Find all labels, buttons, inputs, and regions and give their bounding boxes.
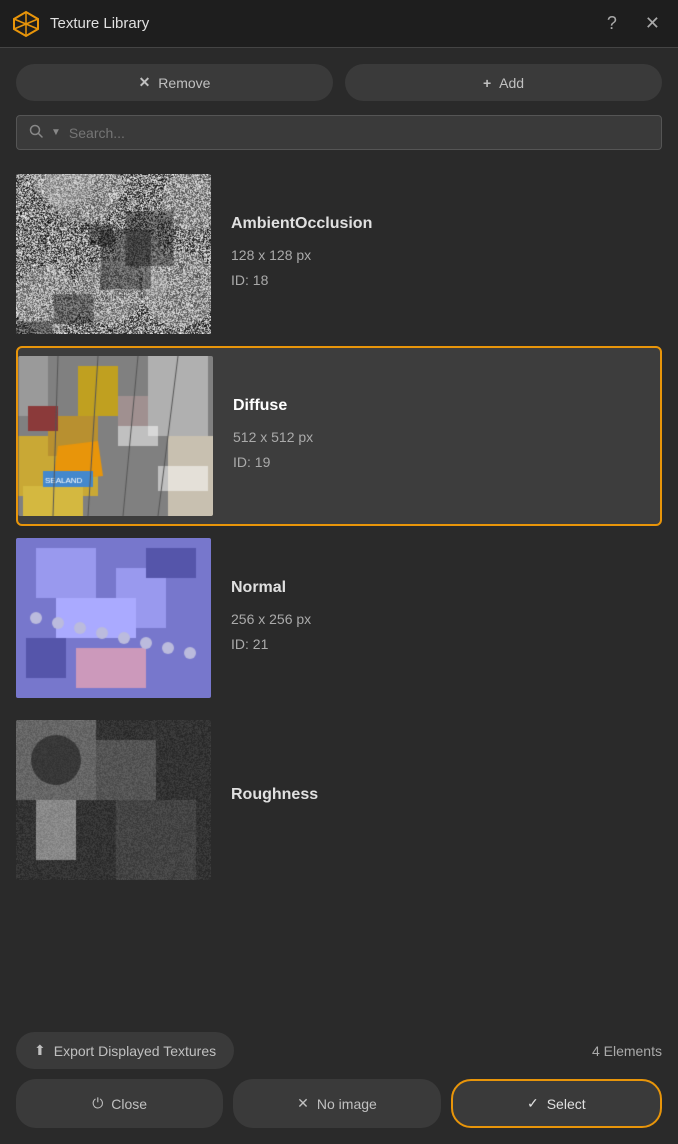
add-label: Add (499, 75, 524, 91)
texture-meta-diffuse: 512 x 512 px ID: 19 (233, 425, 652, 475)
close-button[interactable]: ⏻ Close (16, 1079, 223, 1128)
title-bar-right: ? ✕ (601, 11, 666, 36)
texture-info-ao: AmbientOcclusion 128 x 128 px ID: 18 (231, 215, 652, 293)
export-button[interactable]: ⬆ Export Displayed Textures (16, 1032, 234, 1069)
search-dropdown-arrow[interactable]: ▼ (51, 127, 61, 138)
title-bar: Texture Library ? ✕ (0, 0, 678, 48)
toolbar: ✕ Remove + Add (16, 64, 662, 101)
add-button[interactable]: + Add (345, 64, 662, 101)
remove-label: Remove (158, 75, 210, 91)
texture-list: AmbientOcclusion 128 x 128 px ID: 18 Dif… (16, 164, 662, 1018)
no-image-label: No image (317, 1096, 377, 1112)
texture-name-diffuse: Diffuse (233, 397, 652, 415)
texture-info-roughness: Roughness (231, 786, 652, 814)
texture-item-ao[interactable]: AmbientOcclusion 128 x 128 px ID: 18 (16, 164, 662, 344)
texture-name-roughness: Roughness (231, 786, 652, 804)
texture-item-normal[interactable]: Normal 256 x 256 px ID: 21 (16, 528, 662, 708)
select-button[interactable]: ✓ Select (451, 1079, 662, 1128)
no-image-icon: ✕ (297, 1095, 309, 1112)
texture-info-normal: Normal 256 x 256 px ID: 21 (231, 579, 652, 657)
texture-thumb-roughness (16, 720, 211, 880)
select-icon: ✓ (527, 1095, 539, 1112)
select-label: Select (547, 1096, 586, 1112)
search-bar: ▼ (16, 115, 662, 150)
texture-info-diffuse: Diffuse 512 x 512 px ID: 19 (233, 397, 652, 475)
texture-name-ao: AmbientOcclusion (231, 215, 652, 233)
main-content: ✕ Remove + Add ▼ AmbientOcclusion (0, 48, 678, 1144)
no-image-button[interactable]: ✕ No image (233, 1079, 440, 1128)
texture-meta-ao: 128 x 128 px ID: 18 (231, 243, 652, 293)
bottom-bar: ⬆ Export Displayed Textures 4 Elements (16, 1018, 662, 1079)
texture-name-normal: Normal (231, 579, 652, 597)
close-icon: ⏻ (92, 1095, 103, 1112)
title-bar-left: Texture Library (12, 10, 149, 38)
texture-thumb-normal (16, 538, 211, 698)
window-title: Texture Library (50, 15, 149, 32)
add-icon: + (483, 75, 491, 91)
close-label: Close (111, 1096, 147, 1112)
export-label: Export Displayed Textures (54, 1043, 216, 1059)
texture-item-roughness[interactable]: Roughness (16, 710, 662, 890)
texture-meta-normal: 256 x 256 px ID: 21 (231, 607, 652, 657)
remove-button[interactable]: ✕ Remove (16, 64, 333, 101)
export-icon: ⬆ (34, 1042, 46, 1059)
texture-item-diffuse[interactable]: Diffuse 512 x 512 px ID: 19 (16, 346, 662, 526)
help-button[interactable]: ? (601, 11, 623, 36)
texture-thumb-ao (16, 174, 211, 334)
remove-icon: ✕ (139, 74, 151, 91)
app-logo (12, 10, 40, 38)
close-window-button[interactable]: ✕ (639, 11, 666, 36)
search-icon (29, 124, 43, 141)
search-input[interactable] (69, 125, 649, 141)
texture-thumb-diffuse (18, 356, 213, 516)
footer-bar: ⏻ Close ✕ No image ✓ Select (16, 1079, 662, 1144)
elements-count: 4 Elements (592, 1043, 662, 1059)
